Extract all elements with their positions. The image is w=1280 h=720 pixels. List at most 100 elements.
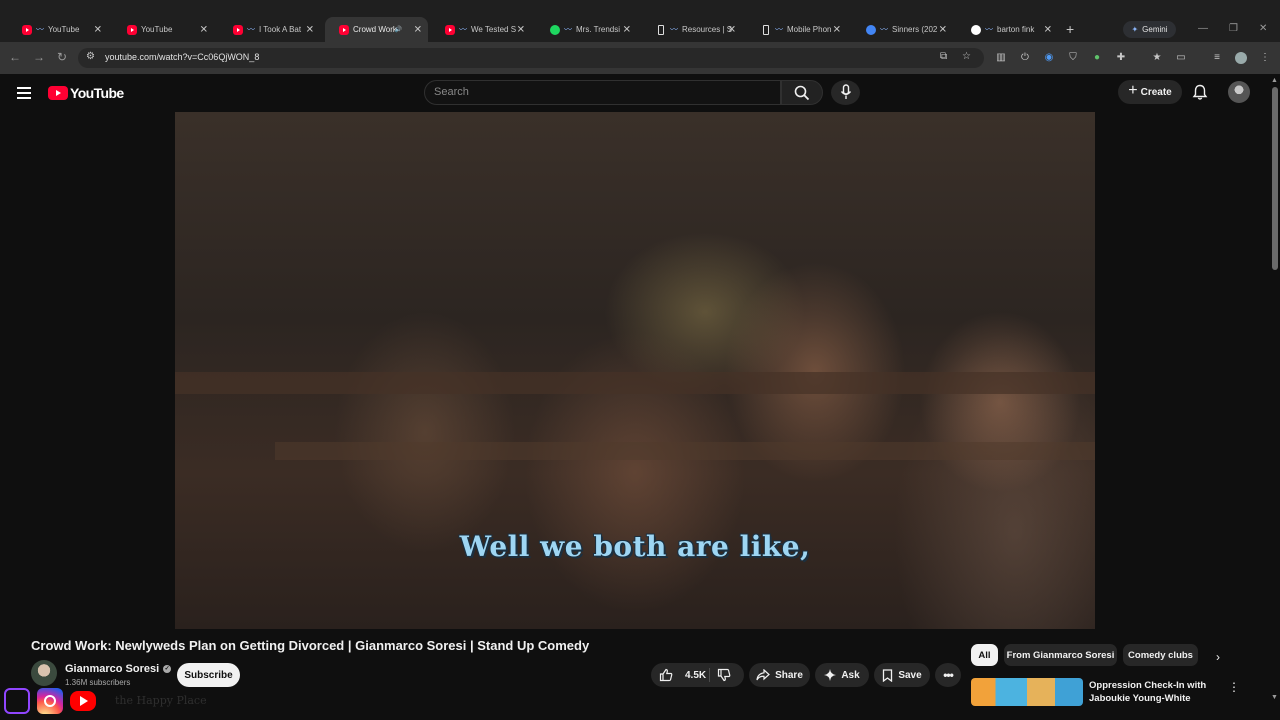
like-button[interactable]: 4.5K [659,663,706,687]
extension-audio-icon[interactable]: ◉ [1043,52,1055,64]
ask-label: Ask [841,669,860,681]
search-button[interactable] [781,80,823,105]
close-icon[interactable]: ✕ [623,24,631,35]
gemini-button[interactable]: ✦ Gemini [1123,21,1176,38]
menu-icon[interactable] [17,87,31,99]
chevron-right-icon[interactable]: › [1216,650,1220,664]
tab-resources[interactable]: 〰 Resources | S ✕ [642,19,742,40]
close-icon[interactable]: ✕ [94,24,102,35]
pin-icon: 〰 [670,25,678,34]
site-info-icon[interactable]: ⚙ [86,51,95,62]
tab-barton-fink[interactable]: 〰 barton fink ✕ [957,19,1058,40]
chrome-menu-icon[interactable]: ⋮ [1259,52,1271,64]
youtube-icon[interactable] [70,691,96,711]
tab-sinners[interactable]: 〰 Sinners (202 ✕ [852,19,953,40]
google-icon [971,24,981,35]
close-icon[interactable]: ✕ [306,24,314,35]
phone-icon [763,24,769,35]
save-button[interactable]: Save [874,663,930,687]
search-box [424,80,781,105]
profile-icon[interactable] [1235,52,1247,64]
youtube-wordmark: YouTube [70,85,124,101]
tab-we-tested[interactable]: 〰 We Tested S ✕ [431,19,531,40]
twitch-icon[interactable] [4,688,30,714]
close-icon[interactable]: ✕ [833,24,841,35]
spotify-icon [550,24,560,35]
chip-from-channel[interactable]: From Gianmarco Soresi [1004,644,1117,666]
sidepanel-icon[interactable]: ▭ [1175,52,1187,64]
like-count: 4.5K [685,669,707,681]
browser-toolbar: ← → ↻ ⚙ youtube.com/watch?v=Cc06QjWON_8 … [0,42,1280,74]
close-icon[interactable]: ✕ [939,24,947,35]
forward-icon[interactable]: → [33,50,45,64]
share-icon [756,669,770,681]
sparkle-icon [824,669,837,681]
new-tab-button[interactable]: + [1066,21,1074,37]
window-close-icon[interactable]: ✕ [1259,23,1267,34]
tab-youtube-2[interactable]: YouTube ✕ [113,19,214,40]
cast-icon[interactable]: ⧉ [940,51,947,62]
recommendation-title[interactable]: Oppression Check-In with Jaboukie Young-… [1089,679,1209,705]
extension-shield-icon[interactable]: ⛉ [1067,52,1079,64]
more-actions-button[interactable]: ••• [935,663,961,687]
scroll-up-arrow-icon[interactable]: ▲ [1271,77,1278,84]
youtube-logo[interactable]: YouTube [48,85,124,101]
close-icon[interactable]: ✕ [414,24,422,35]
back-icon[interactable]: ← [9,50,21,64]
close-icon[interactable]: ✕ [728,24,736,35]
close-icon[interactable]: ✕ [1044,24,1052,35]
speaker-icon[interactable]: 🔊 [395,26,402,33]
share-label: Share [775,669,803,681]
pin-icon: 〰 [880,25,888,34]
extension-power-icon[interactable]: ⏻ [1019,52,1031,64]
extension-gift-icon[interactable]: ▥ [995,52,1007,64]
reload-icon[interactable]: ↻ [57,50,67,64]
more-horizontal-icon: ••• [943,668,954,682]
chip-all[interactable]: All [971,644,998,666]
close-icon[interactable]: ✕ [517,24,525,35]
tab-youtube-1[interactable]: 〰 YouTube ✕ [8,19,108,40]
minimize-icon[interactable]: — [1198,23,1208,34]
create-label: Create [1140,86,1172,98]
url-text: youtube.com/watch?v=Cc06QjWON_8 [105,52,260,62]
close-icon[interactable]: ✕ [200,24,208,35]
channel-name-row[interactable]: Gianmarco Soresi ✓ [65,663,172,675]
like-divider [709,668,710,682]
extension-green-icon[interactable]: ● [1091,52,1103,64]
thumbs-down-icon [717,668,731,682]
scrollbar-thumb[interactable] [1272,87,1278,270]
extensions-puzzle-icon[interactable]: ✚ [1115,52,1127,64]
reading-list-star-icon[interactable]: ★ [1151,52,1163,64]
tab-crowd-work[interactable]: Crowd Work 🔊 ✕ [325,17,428,42]
video-title: Crowd Work: Newlyweds Plan on Getting Di… [31,638,590,653]
subscribe-button[interactable]: Subscribe [177,663,240,687]
recommendation-thumbnail[interactable] [971,678,1083,706]
channel-name[interactable]: Gianmarco Soresi [65,663,159,675]
youtube-icon [127,24,137,35]
youtube-icon [445,24,455,35]
share-button[interactable]: Share [749,663,810,687]
voice-search-button[interactable] [831,80,860,105]
create-button[interactable]: + Create [1118,80,1182,104]
channel-avatar[interactable] [31,660,57,686]
restore-icon[interactable]: ❐ [1229,23,1238,34]
youtube-icon [339,24,349,35]
pin-icon: 〰 [459,25,467,34]
notifications-button[interactable] [1192,84,1208,106]
account-avatar[interactable] [1228,81,1250,103]
scroll-down-arrow-icon[interactable]: ▼ [1271,694,1278,701]
ask-button[interactable]: Ask [815,663,869,687]
video-player[interactable]: Well we both are like, [175,112,1095,629]
address-bar[interactable]: ⚙ youtube.com/watch?v=Cc06QjWON_8 ⧉ ☆ [78,48,984,68]
more-vertical-icon[interactable]: ⋮ [1228,680,1240,694]
tab-mobile-phone[interactable]: 〰 Mobile Phon ✕ [747,19,847,40]
dislike-button[interactable] [717,668,736,685]
tab-mrs-trendsi[interactable]: 〰 Mrs. Trendsi ✕ [536,19,637,40]
media-control-icon[interactable]: ≡ [1211,52,1223,64]
video-frame-detail [175,372,1095,394]
tab-bat[interactable]: 〰 I Took A Bat ✕ [219,19,320,40]
search-input[interactable] [434,86,764,98]
chip-comedy-clubs[interactable]: Comedy clubs [1123,644,1198,666]
instagram-icon[interactable] [37,688,63,714]
bookmark-star-icon[interactable]: ☆ [962,51,971,62]
